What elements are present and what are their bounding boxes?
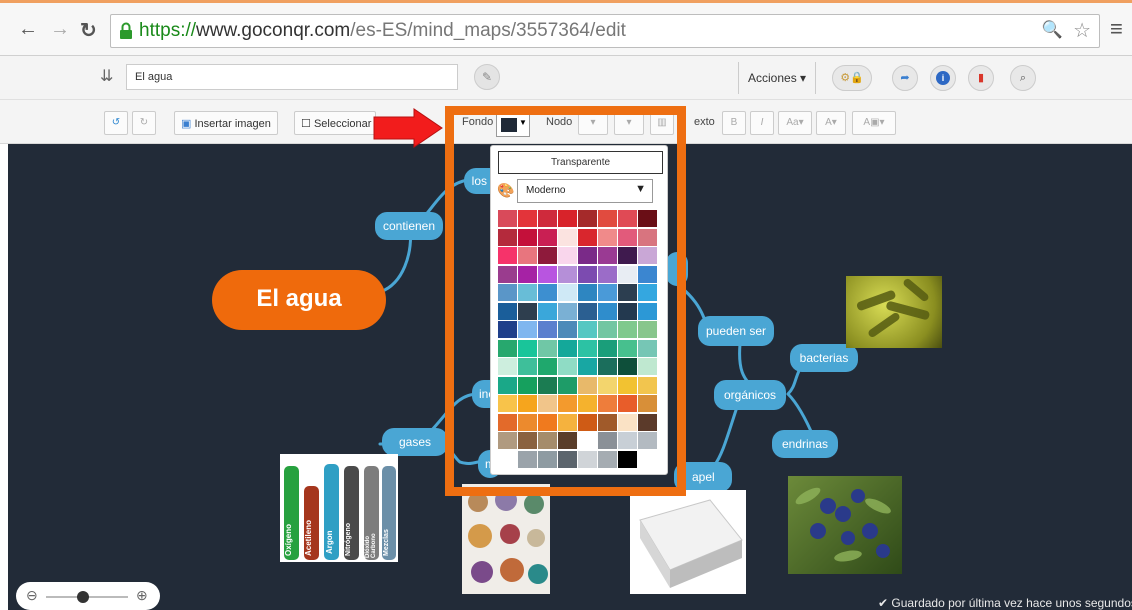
- zoom-slider-handle[interactable]: [76, 591, 89, 603]
- settings-icon[interactable]: ✎: [474, 64, 500, 90]
- gas-cylinders-icon: [284, 464, 396, 560]
- italic-icon[interactable]: I: [750, 111, 774, 135]
- node-pueden-ser[interactable]: pueden ser: [698, 316, 774, 346]
- text-color-dropdown[interactable]: A▾: [816, 111, 846, 135]
- tab-strip-edge: [0, 0, 1132, 3]
- checkbox-icon: ☐: [301, 118, 311, 130]
- bacteria-icon: [856, 278, 930, 338]
- node-contienen[interactable]: contienen: [375, 212, 443, 240]
- star-icon[interactable]: ☆: [1073, 18, 1091, 43]
- minerals-image[interactable]: [462, 484, 550, 594]
- search-icon[interactable]: 🔍: [1042, 20, 1063, 40]
- font-size-dropdown[interactable]: Aa▾: [778, 111, 812, 135]
- paper-image[interactable]: [630, 490, 746, 594]
- browser-toolbar: ← → ↻ https://www.goconqr.com/es-ES/mind…: [0, 0, 1132, 56]
- zoom-search-icon[interactable]: ⌕: [1010, 65, 1036, 91]
- red-arrow-icon: [373, 108, 443, 148]
- berries-icon: [795, 487, 891, 562]
- address-bar[interactable]: https://www.goconqr.com/es-ES/mind_maps/…: [110, 14, 1100, 48]
- bacteria-image[interactable]: [846, 276, 942, 348]
- node-endrinas[interactable]: endrinas: [772, 430, 838, 458]
- select-all-button[interactable]: ☐ Seleccionar t: [294, 111, 376, 135]
- gas-label-dioxido: Dióxido Carbono: [365, 533, 377, 558]
- menu-icon[interactable]: ≡: [1110, 16, 1123, 42]
- zoom-control: ⊖ ⊕: [16, 582, 160, 610]
- gas-cylinders-image[interactable]: Oxígeno Acetileno Argon Nitrógeno Dióxid…: [280, 454, 398, 562]
- share-icon[interactable]: ➦: [892, 65, 918, 91]
- texto-label: exto: [694, 116, 715, 128]
- text-style-dropdown[interactable]: A▣▾: [852, 111, 896, 135]
- gas-label-oxigeno: Oxígeno: [284, 523, 293, 556]
- gas-label-argon: Argon: [325, 530, 334, 554]
- insert-image-label: Insertar imagen: [194, 118, 271, 130]
- redo-icon[interactable]: ↻: [132, 111, 156, 135]
- screen: ← → ↻ https://www.goconqr.com/es-ES/mind…: [0, 0, 1132, 610]
- minerals-icon: [468, 489, 548, 584]
- node-gases[interactable]: gases: [382, 428, 448, 456]
- double-chevron-down-icon[interactable]: ⇊: [100, 66, 113, 86]
- app-header: ⇊ El agua ✎ Acciones ▾ ⚙🔒 ➦ i ▮ ⌕: [0, 56, 1132, 100]
- url-text: https://www.goconqr.com/es-ES/mind_maps/…: [139, 20, 626, 41]
- back-icon[interactable]: ←: [18, 18, 38, 41]
- sloe-berries-image[interactable]: [788, 476, 902, 574]
- bold-icon[interactable]: B: [722, 111, 746, 135]
- node-bacterias[interactable]: bacterias: [790, 344, 858, 372]
- select-label: Seleccionar t: [313, 118, 376, 130]
- node-organicos[interactable]: orgánicos: [714, 380, 786, 410]
- reload-icon[interactable]: ↻: [80, 18, 97, 43]
- map-title-input[interactable]: El agua: [126, 64, 458, 90]
- highlight-box: [445, 106, 686, 496]
- stats-icon[interactable]: ▮: [968, 65, 994, 91]
- insert-image-button[interactable]: ▣ Insertar imagen: [174, 111, 278, 135]
- save-status: ✔ Guardado por última vez hace unos segu…: [878, 596, 1132, 610]
- lock-icon: [120, 22, 132, 39]
- zoom-out-icon[interactable]: ⊖: [26, 587, 38, 604]
- info-icon[interactable]: i: [930, 65, 956, 91]
- main-node-el-agua[interactable]: El agua: [212, 270, 386, 330]
- privacy-icon[interactable]: ⚙🔒: [832, 65, 872, 91]
- gas-label-nitrogeno: Nitrógeno: [345, 522, 352, 556]
- paper-stack-icon: [639, 499, 743, 588]
- gas-label-mezclas: Mezclas: [383, 529, 390, 556]
- gas-label-acetileno: Acetileno: [304, 519, 313, 556]
- zoom-in-icon[interactable]: ⊕: [136, 587, 148, 604]
- actions-menu-button[interactable]: Acciones ▾: [738, 62, 817, 94]
- image-icon: ▣: [181, 118, 192, 130]
- undo-icon[interactable]: ↺: [104, 111, 128, 135]
- forward-icon[interactable]: →: [50, 18, 70, 41]
